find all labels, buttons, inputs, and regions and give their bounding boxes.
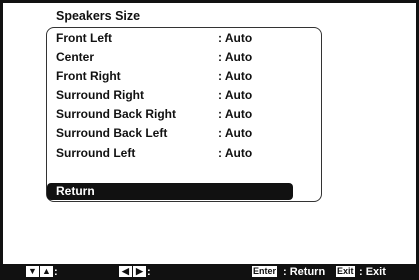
speaker-label: Surround Back Left xyxy=(56,126,168,140)
speaker-label: Front Left xyxy=(56,31,112,45)
return-button[interactable]: Return xyxy=(47,183,293,200)
exit-key-label: Exit xyxy=(336,266,355,277)
speaker-row-surround-left[interactable]: Surround Left : Auto xyxy=(56,146,306,162)
speaker-label: Surround Right xyxy=(56,88,144,102)
footer-bar: ▼ ▲ : ◀ ▶ : Enter : Return Exit : Exit xyxy=(0,264,419,280)
up-arrow-icon: ▲ xyxy=(40,266,53,277)
speaker-row-front-right[interactable]: Front Right : Auto xyxy=(56,69,306,85)
left-arrow-icon: ◀ xyxy=(119,266,132,277)
menu-title: Speakers Size xyxy=(56,9,141,23)
speaker-label: Surround Back Right xyxy=(56,107,177,121)
enter-hint: : Return xyxy=(283,266,326,278)
speaker-row-center[interactable]: Center : Auto xyxy=(56,50,306,66)
speaker-size-value: : Auto xyxy=(218,50,253,64)
speaker-row-surround-back-right[interactable]: Surround Back Right : Auto xyxy=(56,107,306,123)
osd-screen: Speakers Size Front Left : Auto Center :… xyxy=(0,0,419,280)
leftright-hint: : xyxy=(147,266,151,278)
screen-border-top xyxy=(0,0,419,3)
speaker-row-front-left[interactable]: Front Left : Auto xyxy=(56,31,306,47)
speaker-size-value: : Auto xyxy=(218,69,253,83)
speaker-size-value: : Auto xyxy=(218,31,253,45)
speaker-size-value: : Auto xyxy=(218,126,253,140)
down-arrow-icon: ▼ xyxy=(26,266,39,277)
exit-hint: : Exit xyxy=(359,266,386,278)
enter-key-label: Enter xyxy=(252,266,278,277)
speaker-label: Front Right xyxy=(56,69,121,83)
speaker-size-value: : Auto xyxy=(218,88,253,102)
right-arrow-icon: ▶ xyxy=(133,266,146,277)
speaker-row-surround-back-left[interactable]: Surround Back Left : Auto xyxy=(56,126,306,142)
updown-hint: : xyxy=(54,266,58,278)
screen-border-left xyxy=(0,0,3,264)
speaker-label: Center xyxy=(56,50,95,64)
speaker-row-surround-right[interactable]: Surround Right : Auto xyxy=(56,88,306,104)
speaker-size-value: : Auto xyxy=(218,107,253,121)
speaker-label: Surround Left xyxy=(56,146,136,160)
speaker-size-value: : Auto xyxy=(218,146,253,160)
